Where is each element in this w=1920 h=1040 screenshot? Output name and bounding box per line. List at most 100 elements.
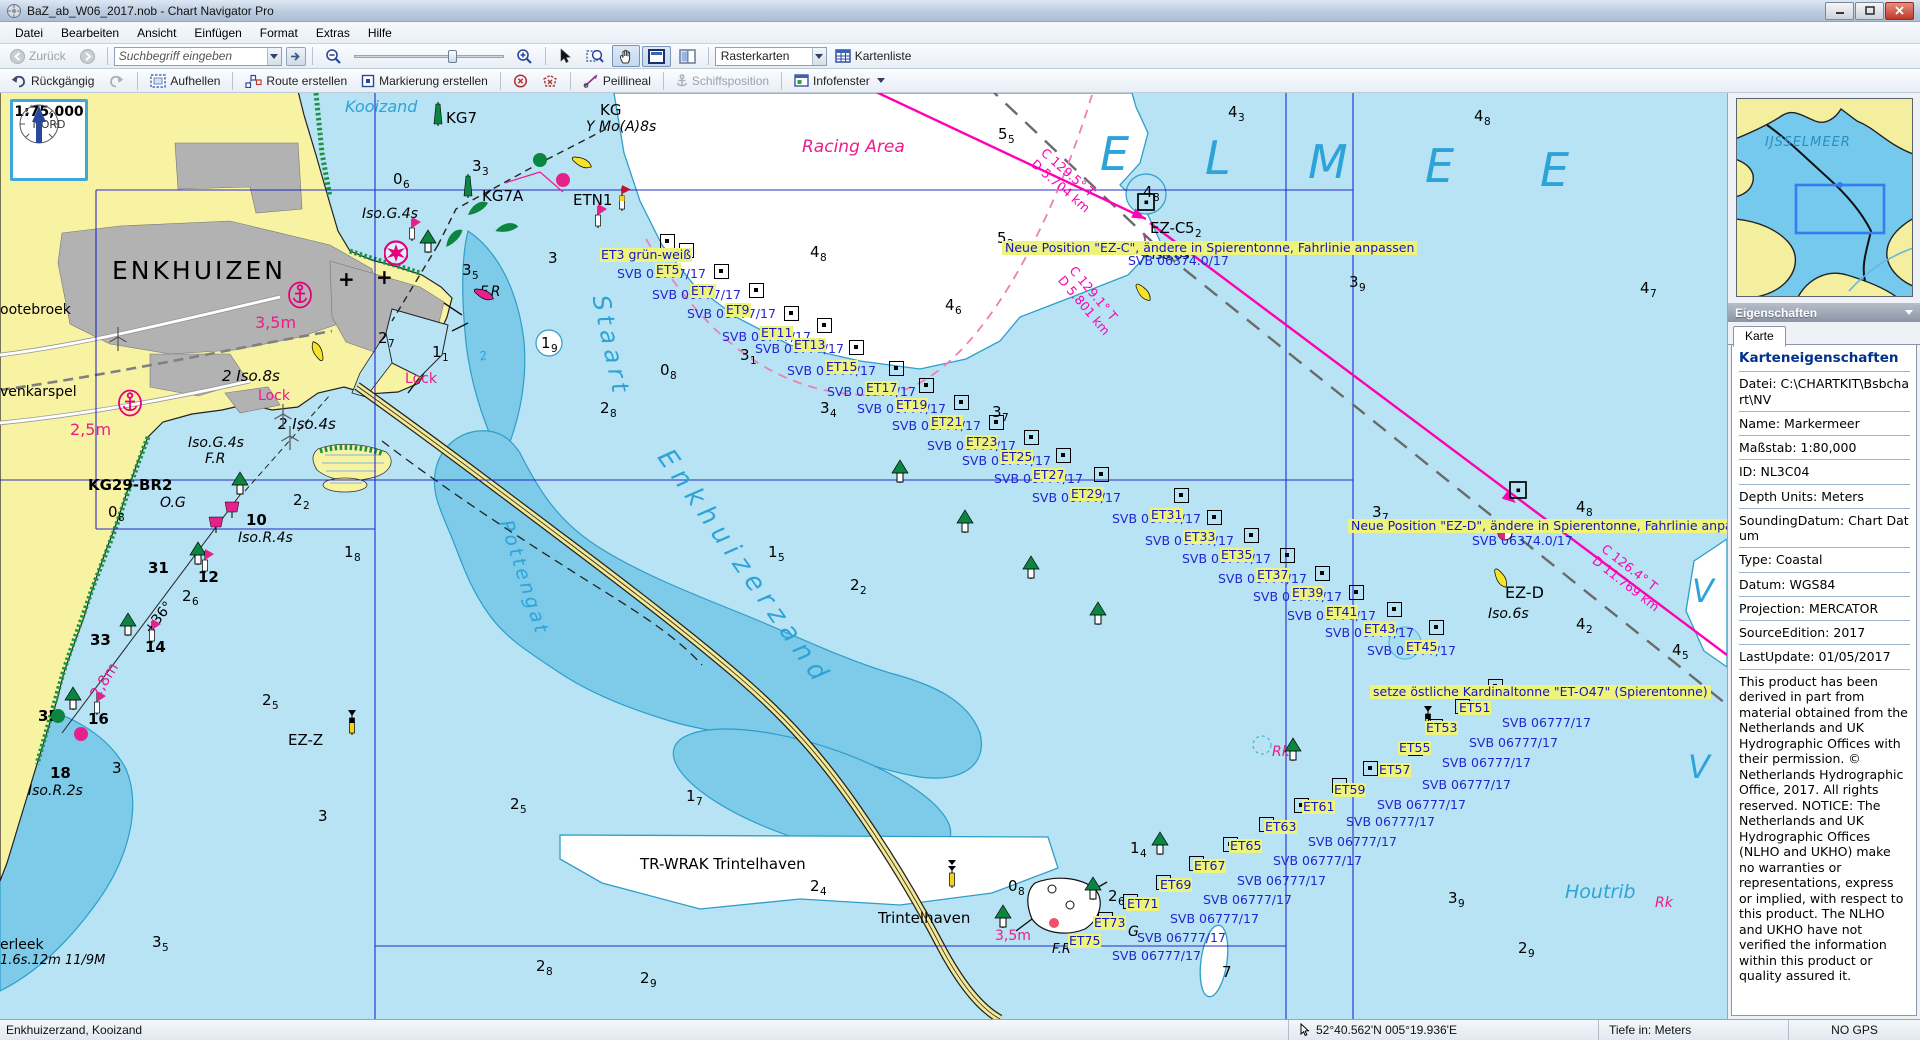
- chart-label: EZ-Z: [288, 733, 323, 748]
- brighten-button[interactable]: Aufhellen: [144, 71, 226, 91]
- minimize-button[interactable]: [1825, 2, 1854, 20]
- menu-hilfe[interactable]: Hilfe: [359, 23, 401, 43]
- zoom-out-button[interactable]: [319, 45, 348, 67]
- route-label: Route erstellen: [266, 74, 347, 88]
- search-input[interactable]: [115, 49, 267, 63]
- buoy-marker-box: [889, 361, 904, 376]
- single-view-button[interactable]: [642, 46, 671, 67]
- toolbar-navigation: Zurück Rasterkarten Kartenliste: [0, 44, 1920, 69]
- buoy-symbol-rspar: [586, 200, 610, 230]
- undo-button[interactable]: Rückgängig: [4, 71, 100, 91]
- buoy-marker-box: [1174, 488, 1189, 503]
- cursor-position-icon: [1299, 1023, 1310, 1037]
- chart-label: Iso.G.4s: [188, 436, 244, 450]
- back-button[interactable]: Zurück: [4, 46, 72, 67]
- buoy-label-et27: ET27: [1032, 468, 1065, 482]
- maximize-button[interactable]: [1855, 2, 1884, 20]
- buoy-label-et73: ET73: [1093, 916, 1126, 930]
- zoom-in-button[interactable]: [510, 45, 539, 67]
- chart-overlay: KooizandStaartPottengatEnkhuizerzandELME…: [0, 93, 1727, 1019]
- buoy-symbol-flarey: [1123, 271, 1161, 309]
- select-tool-button[interactable]: [552, 45, 578, 67]
- depth-sounding: 06: [393, 172, 409, 187]
- close-button[interactable]: [1885, 2, 1914, 20]
- buoy-label-et37: ET37: [1256, 568, 1289, 582]
- chart-canvas[interactable]: KooizandStaartPottengatEnkhuizerzandELME…: [0, 93, 1727, 1019]
- depth-sounding: 31: [740, 348, 756, 363]
- chart-label: erleek: [0, 938, 44, 952]
- delete-object-button[interactable]: [507, 71, 534, 91]
- menu-bar: DateiBearbeitenAnsichtEinfügenFormatExtr…: [0, 22, 1920, 44]
- properties-title: Karteneigenschaften: [1739, 350, 1910, 372]
- chart-label: Iso.R.2s: [28, 784, 83, 798]
- buoy-symbol-gball: [528, 144, 552, 174]
- buoy-label-et19: ET19: [895, 398, 928, 412]
- depth-sounding: 39: [1448, 891, 1464, 906]
- zoom-area-tool-button[interactable]: [580, 45, 610, 67]
- depth-sounding: 35: [462, 263, 478, 278]
- menu-format[interactable]: Format: [251, 23, 307, 43]
- svb-reference: SVB 06777/17: [1502, 717, 1591, 730]
- buoy-label-et51: ET51: [1458, 701, 1491, 715]
- buoy-symbol-gcone: [991, 900, 1015, 930]
- buoy-label-et29: ET29: [1070, 487, 1103, 501]
- menu-einfgen[interactable]: Einfügen: [185, 23, 250, 43]
- properties-header[interactable]: Eigenschaften: [1728, 303, 1920, 322]
- zoom-slider-thumb[interactable]: [448, 50, 457, 63]
- delete-area-button[interactable]: [536, 71, 564, 91]
- depth-sounding: 47: [1640, 281, 1656, 296]
- depth-sounding: 27: [378, 331, 394, 346]
- minimap-sea-label: IJSSELMEER: [1765, 135, 1851, 150]
- chart-label: 1.6s.12m 11/9M: [0, 954, 105, 967]
- forward-icon: [80, 49, 95, 64]
- search-dropdown-arrow[interactable]: [267, 48, 281, 65]
- ship-position-button[interactable]: Schiffsposition: [670, 71, 775, 91]
- status-coordinates: 52°40.562'N 005°19.936'E: [1316, 1023, 1457, 1037]
- depth-sounding: 48: [1576, 500, 1592, 515]
- buoy-marker-box: [749, 283, 764, 298]
- svb-reference: SVB 06777/17: [1346, 816, 1435, 829]
- undo-icon: [10, 74, 27, 88]
- forward-button[interactable]: [74, 46, 101, 67]
- buoy-label-et39: ET39: [1291, 586, 1324, 600]
- redo-button[interactable]: [102, 71, 131, 91]
- buoy-label-et55: ET55: [1398, 741, 1431, 755]
- chart-label: O.G: [160, 496, 186, 510]
- chart-annotation: Neue Position "EZ-C", ändere in Spierent…: [1002, 241, 1417, 255]
- info-window-button[interactable]: Infofenster: [788, 71, 891, 91]
- buoy-label-et71: ET71: [1126, 897, 1159, 911]
- back-icon: [10, 49, 25, 64]
- bearing-ruler-button[interactable]: Peillineal: [577, 71, 657, 91]
- circle-x-icon: [513, 74, 528, 88]
- chart-type-select[interactable]: Rasterkarten: [715, 47, 827, 66]
- buoy-symbol-gcone: [1081, 872, 1105, 902]
- buoy-marker-box: [989, 415, 1004, 430]
- buoy-label-et35: ET35: [1220, 548, 1253, 562]
- create-route-button[interactable]: Route erstellen: [239, 71, 353, 91]
- properties-header-label: Eigenschaften: [1735, 306, 1817, 320]
- menu-datei[interactable]: Datei: [6, 23, 52, 43]
- svb-reference: SVB 06777/17: [1237, 875, 1326, 888]
- menu-bearbeiten[interactable]: Bearbeiten: [52, 23, 128, 43]
- status-gps: NO GPS: [1788, 1020, 1920, 1040]
- buoy-symbol-anchor: [118, 389, 142, 419]
- tab-karte[interactable]: Karte: [1733, 326, 1786, 347]
- split-view-button[interactable]: [673, 46, 702, 67]
- search-go-button[interactable]: [286, 47, 306, 66]
- property-row: SourceEdition: 2017: [1739, 621, 1910, 645]
- chart-list-button[interactable]: Kartenliste: [829, 46, 918, 66]
- buoy-symbol-ybuoy: [566, 113, 590, 143]
- buoy-label-et53: ET53: [1425, 721, 1458, 735]
- overview-minimap[interactable]: IJSSELMEER: [1736, 98, 1913, 297]
- buoy-symbol-wreck: [940, 860, 964, 890]
- chart-label: 31: [148, 561, 169, 576]
- chart-label: ootebroek: [0, 303, 71, 317]
- zoom-slider[interactable]: [354, 47, 504, 65]
- menu-ansicht[interactable]: Ansicht: [128, 23, 185, 43]
- buoy-label-et45: ET45: [1405, 640, 1438, 654]
- menu-extras[interactable]: Extras: [307, 23, 359, 43]
- pan-tool-button[interactable]: [612, 45, 640, 67]
- property-row: Type: Coastal: [1739, 548, 1910, 572]
- depth-sounding: 3: [112, 761, 122, 776]
- create-marker-button[interactable]: Markierung erstellen: [355, 71, 494, 91]
